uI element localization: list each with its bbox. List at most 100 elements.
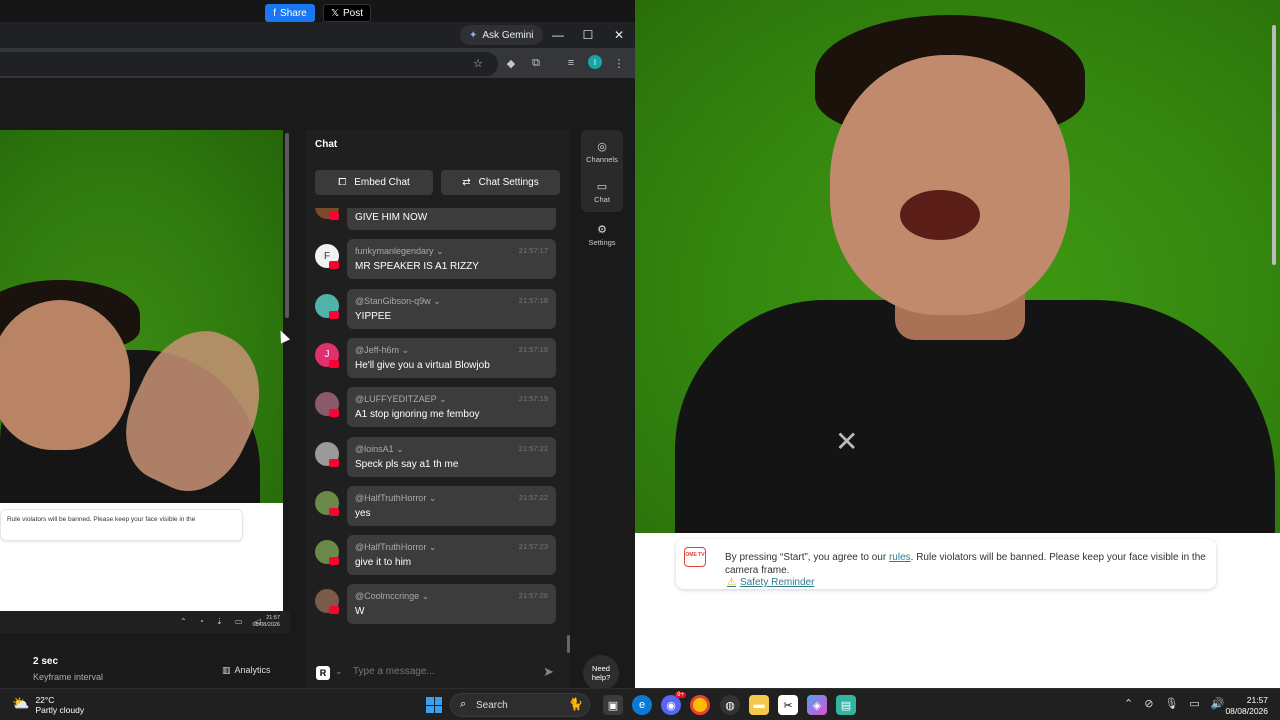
chevron-down-icon[interactable]: ⌄: [335, 666, 343, 677]
safety-reminder-link[interactable]: ⚠ Safety Reminder: [727, 577, 814, 588]
chat-bubble-icon: ▭: [596, 181, 608, 193]
chat-username[interactable]: @Jeff-h6m ⌄: [355, 345, 409, 356]
chat-message[interactable]: @loinsA1 ⌄ 21:57:22 Speck pls say a1 th me: [305, 436, 570, 481]
search-icon: ⌕: [460, 698, 467, 710]
rail-item-channels[interactable]: ◎ Channels: [581, 140, 623, 164]
chat-username[interactable]: funkymanlegendary ⌄: [355, 246, 444, 257]
x-post-button[interactable]: 𝕏 Post: [323, 4, 371, 22]
taskbar-search[interactable]: ⌕ Search 🐈: [450, 693, 590, 717]
discord-icon[interactable]: ◉ 9+: [661, 692, 686, 715]
need-help-button[interactable]: Need help?: [583, 655, 619, 691]
chat-timestamp: 21:57:23: [518, 542, 548, 552]
embed-chat-button[interactable]: ⧠ Embed Chat: [315, 170, 433, 195]
chat-timestamp: 21:57:19: [518, 344, 548, 354]
address-bar[interactable]: [0, 52, 498, 76]
chat-bubble: @Dogvrgt ⌄21:57:15GIVE HIM NOW: [347, 208, 556, 230]
chat-settings-button[interactable]: ⇄ Chat Settings: [441, 170, 560, 195]
minimize-button[interactable]: —: [549, 26, 567, 44]
chevron-down-icon[interactable]: ⌄: [431, 296, 441, 306]
search-label: Search: [476, 700, 508, 711]
chat-message[interactable]: @StanGibson-q9w ⌄ 21:57:18 YIPPEE: [305, 288, 570, 333]
chrome-alt-icon[interactable]: ◍: [720, 695, 740, 715]
chat-message[interactable]: @HalfTruthHorror ⌄ 21:57:22 yes: [305, 485, 570, 530]
close-button[interactable]: ✕: [610, 26, 628, 44]
star-icon[interactable]: ☆: [470, 55, 486, 71]
page-scrollbar[interactable]: [1272, 25, 1276, 265]
chat-messages[interactable]: @Dogvrgt ⌄21:57:15GIVE HIM NOW Ffunkymanl…: [305, 208, 570, 653]
send-icon[interactable]: ➤: [543, 664, 554, 680]
clock-date: 08/08/2026: [1225, 706, 1268, 716]
weather-widget[interactable]: ⛅ 22°C Partly cloudy: [12, 695, 84, 715]
copilot-icon[interactable]: ◈: [807, 695, 827, 715]
rail-item-chat[interactable]: ▭ Chat: [581, 180, 623, 204]
profile-icon[interactable]: I: [588, 55, 602, 69]
microphone-icon[interactable]: 🎙: [1164, 697, 1178, 710]
chat-username[interactable]: @LUFFYEDITZAEP ⌄: [355, 394, 447, 405]
chat-scrollbar[interactable]: [567, 635, 570, 653]
facebook-icon: f: [273, 7, 277, 19]
chevron-up-icon[interactable]: ⌃: [1124, 697, 1133, 710]
chevron-down-icon[interactable]: ⌄: [426, 493, 437, 503]
chat-username[interactable]: @StanGibson-q9w ⌄: [355, 296, 441, 307]
youtube-icon: [329, 606, 339, 615]
preview-taskbar: ⌃ ◔ ⇣ ▭ ◁ 21:57 08/08/2026: [0, 611, 290, 633]
file-explorer-icon[interactable]: ▬: [749, 695, 769, 715]
analytics-label: Analytics: [234, 665, 271, 675]
chat-message[interactable]: J @Jeff-h6m ⌄ 21:57:19 He'll give you a vir…: [305, 337, 570, 382]
display-icon[interactable]: ▭: [1189, 697, 1199, 710]
playlist-icon[interactable]: ≡: [563, 55, 579, 71]
taskbar-clock[interactable]: 21:57 08/08/2026: [1224, 695, 1268, 717]
preview-clock: 21:57 08/08/2026: [252, 615, 280, 629]
preview-date: 08/08/2026: [252, 622, 280, 628]
rules-link[interactable]: rules: [889, 552, 911, 563]
chat-username[interactable]: @loinsA1 ⌄: [355, 444, 404, 455]
media-icon[interactable]: ◆: [503, 55, 519, 71]
task-view-icon[interactable]: ▣: [603, 695, 623, 715]
chevron-down-icon[interactable]: ⌄: [394, 444, 404, 454]
x-icon: 𝕏: [330, 7, 340, 19]
stream-preview[interactable]: [0, 130, 283, 503]
chevron-down-icon[interactable]: ⌄: [426, 542, 437, 552]
chrome-icon[interactable]: [690, 695, 710, 715]
chat-message[interactable]: @HalfTruthHorror ⌄ 21:57:23 give it to him: [305, 535, 570, 579]
chat-username[interactable]: @HalfTruthHorror ⌄: [355, 542, 436, 553]
chat-username[interactable]: @HalfTruthHorror ⌄: [355, 493, 436, 504]
chat-message-input[interactable]: Type a message...: [353, 666, 435, 677]
under-armour-logo: ✕: [835, 426, 859, 457]
analytics-link[interactable]: ▥ Analytics: [222, 665, 271, 676]
facebook-share-button[interactable]: f Share: [265, 4, 315, 22]
keyframe-label: Keyframe interval: [33, 672, 104, 682]
start-button[interactable]: [426, 697, 442, 713]
chat-bubble: @Jeff-h6m ⌄ 21:57:19 He'll give you a virt…: [347, 337, 556, 378]
notepad-icon[interactable]: ▤: [836, 695, 856, 715]
chat-username[interactable]: @Coolmccringe ⌄: [355, 591, 429, 602]
gemini-sparkle-icon: ✦: [469, 29, 478, 41]
rules-notice-card: OME TV By pressing “Start”, you agree to…: [676, 539, 1216, 589]
ask-gemini-button[interactable]: ✦ Ask Gemini: [460, 25, 543, 45]
chat-message[interactable]: @Coolmccringe ⌄ 21:57:26 W: [305, 584, 570, 628]
more-icon[interactable]: ⋮: [611, 55, 627, 71]
chat-message[interactable]: @LUFFYEDITZAEP ⌄ 21:57:19 A1 stop ignoring…: [305, 387, 570, 431]
volume-icon[interactable]: 🔊: [1211, 697, 1225, 710]
chat-timestamp: 21:57:18: [518, 295, 548, 305]
chat-message-text: He'll give you a virtual Blowjob: [355, 359, 490, 371]
rail-item-settings[interactable]: ⚙ Settings: [581, 223, 623, 247]
chat-message[interactable]: Ffunkymanlegendary ⌄ 21:57:17 MR SPEAKER I…: [305, 239, 570, 283]
discord-badge: 9+: [675, 692, 686, 698]
network-off-icon[interactable]: ⊘: [1144, 697, 1153, 710]
identity-badge[interactable]: R: [316, 666, 330, 680]
preview-scrollbar-thumb[interactable]: [285, 133, 289, 318]
chat-message[interactable]: @Dogvrgt ⌄21:57:15GIVE HIM NOW: [305, 208, 570, 234]
chevron-down-icon[interactable]: ⌄: [419, 591, 430, 601]
edge-icon[interactable]: e: [632, 695, 652, 715]
facebook-share-label: Share: [280, 7, 307, 19]
side-rail: ◎ Channels ▭ Chat ⚙ Settings Need help?: [581, 130, 623, 691]
capcut-icon[interactable]: ✂: [778, 695, 798, 715]
chevron-down-icon[interactable]: ⌄: [436, 394, 447, 404]
chevron-down-icon[interactable]: ⌄: [399, 345, 410, 355]
extension-icon[interactable]: ⧉: [528, 55, 544, 71]
rules-notice-prefix: By pressing “Start”, you agree to our: [725, 552, 889, 563]
chevron-down-icon[interactable]: ⌄: [434, 246, 444, 256]
chat-bubble: @LUFFYEDITZAEP ⌄ 21:57:19 A1 stop ignoring…: [347, 387, 556, 428]
maximize-button[interactable]: ☐: [579, 26, 597, 44]
